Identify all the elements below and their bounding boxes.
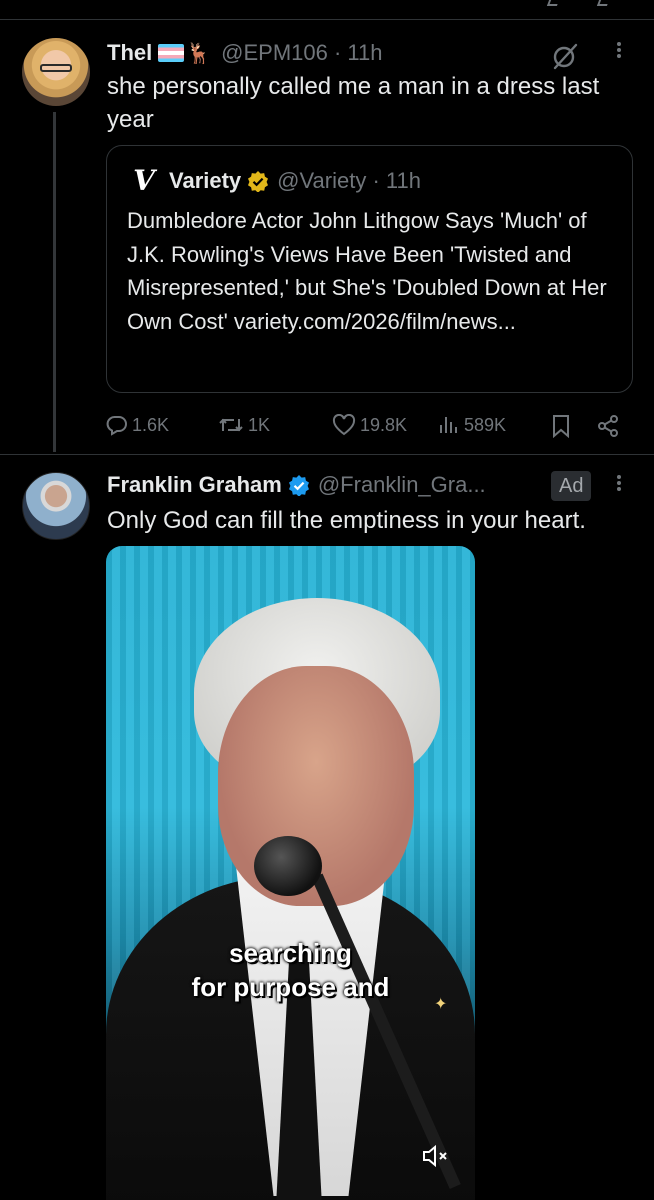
deer-emoji: 🦌 <box>186 42 212 65</box>
like-button[interactable]: 19.8K <box>332 410 407 440</box>
quoted-tweet[interactable]: V Variety @Variety · 11h Dumbledore Acto… <box>106 145 633 393</box>
thread-line <box>53 112 56 452</box>
tweet-header: Thel 🦌 @EPM106 · 11h <box>107 38 382 68</box>
quoted-handle-time[interactable]: @Variety · 11h <box>277 168 421 194</box>
previous-tweet-icon <box>546 0 560 6</box>
views-button[interactable]: 589K <box>438 410 506 440</box>
trans-flag-icon <box>158 44 185 62</box>
tweet-card-ad[interactable]: Franklin Graham @Franklin_Gra... Ad Only… <box>0 456 654 1200</box>
like-icon <box>332 414 356 436</box>
reply-count: 1.6K <box>132 414 170 435</box>
ad-badge: Ad <box>551 471 592 501</box>
mute-icon[interactable] <box>416 1136 456 1176</box>
like-count: 19.8K <box>360 414 408 435</box>
grok-icon[interactable] <box>551 42 579 70</box>
lapel-pin-icon: ✦ <box>434 996 448 1013</box>
quoted-display-name[interactable]: Variety <box>169 168 241 194</box>
tweet-actions: 1.6K 1K 19.8K 589K <box>106 410 626 440</box>
video-player[interactable]: searching for purpose and ✦ <box>106 546 475 1200</box>
repost-button[interactable]: 1K <box>218 410 270 440</box>
reply-button[interactable]: 1.6K <box>106 410 169 440</box>
verified-badge-icon <box>288 475 309 496</box>
repost-icon <box>219 418 243 432</box>
handle-time[interactable]: @EPM106 · 11h <box>221 40 382 66</box>
bookmark-icon[interactable] <box>550 414 572 438</box>
views-icon <box>440 417 457 433</box>
tweet-header: Franklin Graham @Franklin_Gra... <box>107 470 486 500</box>
more-icon[interactable] <box>612 473 626 501</box>
verified-badge-icon <box>248 171 269 192</box>
views-count: 589K <box>464 414 507 435</box>
display-name[interactable]: Thel <box>107 40 152 66</box>
video-caption: for purpose and <box>191 972 390 1002</box>
handle[interactable]: @Franklin_Gra... <box>318 472 486 498</box>
video-caption: searching <box>229 938 352 968</box>
tweet-card[interactable]: Thel 🦌 @EPM106 · 11h she personally call… <box>0 20 654 455</box>
previous-tweet-icon <box>596 0 610 6</box>
quoted-tweet-header: V Variety @Variety · 11h <box>127 166 421 196</box>
microphone <box>254 836 322 896</box>
share-icon[interactable] <box>596 414 620 438</box>
tweet-text: Only God can fill the emptiness in your … <box>107 507 586 534</box>
avatar[interactable] <box>22 38 90 106</box>
reply-icon <box>106 416 127 436</box>
variety-logo: V <box>133 164 155 197</box>
repost-count: 1K <box>248 414 271 435</box>
tweet-text: she personally called me a man in a dres… <box>107 73 600 133</box>
more-icon[interactable] <box>612 40 626 68</box>
previous-tweet-edge <box>0 0 654 20</box>
avatar[interactable] <box>22 472 90 540</box>
quoted-tweet-text: Dumbledore Actor John Lithgow Says 'Much… <box>127 208 607 334</box>
glasses-shape <box>40 64 72 72</box>
display-name[interactable]: Franklin Graham <box>107 472 282 498</box>
